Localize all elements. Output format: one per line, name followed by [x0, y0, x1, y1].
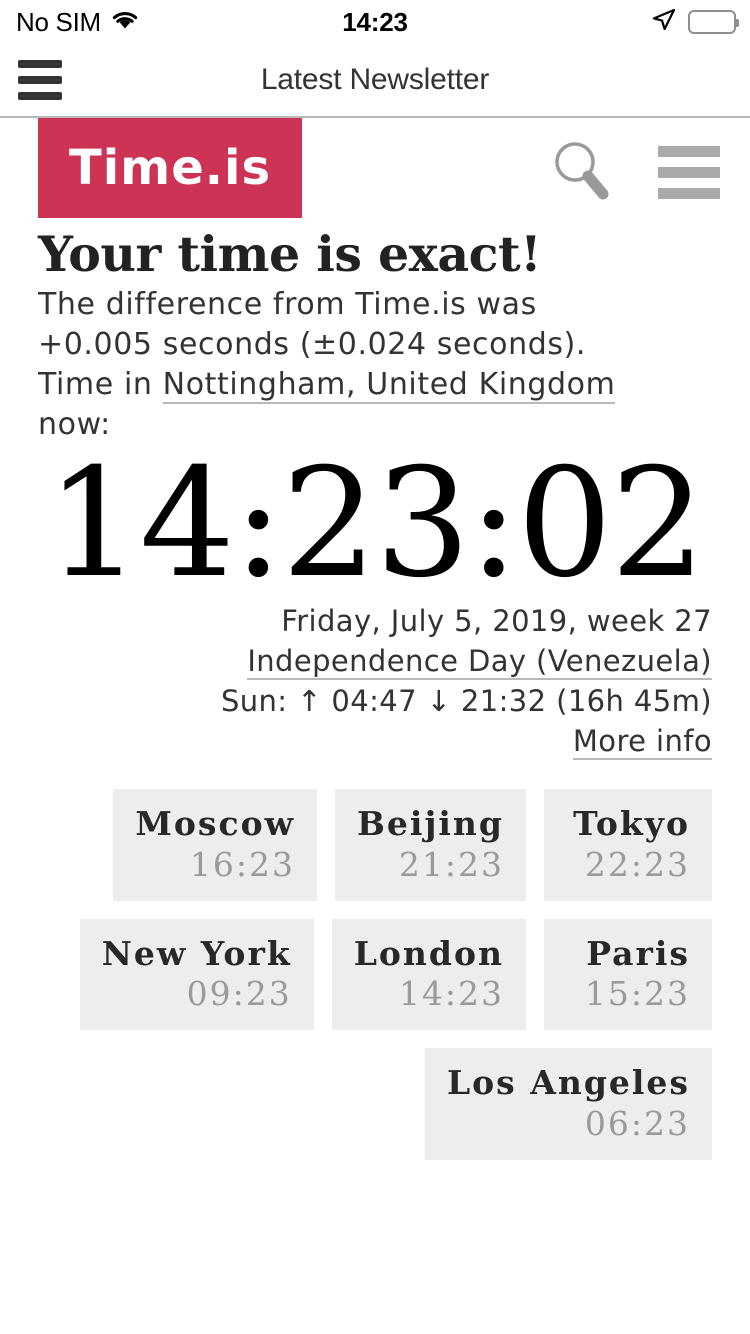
time-difference-text: The difference from Time.is was +0.005 s…: [38, 285, 712, 446]
city-name: Moscow: [135, 803, 296, 843]
city-time: 06:23: [584, 1104, 690, 1144]
city-time: 22:23: [584, 844, 690, 884]
time-metadata: Friday, July 5, 2019, week 27 Independen…: [38, 601, 712, 761]
difference-line-2: +0.005 seconds (±0.024 seconds).: [38, 327, 587, 363]
city-tile-beijing[interactable]: Beijing 21:23: [335, 788, 526, 901]
city-row: Moscow 16:23 Beijing 21:23 Tokyo 22:23: [38, 788, 712, 901]
hamburger-menu-icon[interactable]: [18, 60, 62, 100]
battery-full-icon: [688, 10, 739, 34]
location-link[interactable]: Nottingham, United Kingdom: [162, 367, 616, 405]
location-arrow-icon: [651, 7, 677, 37]
app-nav-bar: Latest Newsletter: [0, 44, 750, 118]
hamburger-bar: [18, 60, 62, 68]
city-tile-tokyo[interactable]: Tokyo 22:23: [544, 788, 712, 901]
city-name: Beijing: [357, 803, 504, 843]
site-menu-icon[interactable]: [658, 145, 720, 199]
hamburger-bar: [658, 145, 720, 157]
city-name: Paris: [586, 933, 690, 973]
webview-content: Time.is Your time is exact! The differen…: [0, 118, 750, 1199]
city-time: 09:23: [186, 974, 292, 1014]
city-row: New York 09:23 London 14:23 Paris 15:23: [38, 918, 712, 1031]
hamburger-bar: [658, 166, 720, 178]
city-name: London: [353, 933, 504, 973]
carrier-label: No SIM: [16, 7, 101, 37]
sun-times: Sun: ↑ 04:47 ↓ 21:32 (16h 45m): [220, 683, 712, 718]
hamburger-bar: [18, 76, 62, 84]
city-time: 15:23: [584, 974, 690, 1014]
wifi-icon: [110, 9, 140, 35]
city-tile-new-york[interactable]: New York 09:23: [79, 918, 314, 1031]
world-clock-grid: Moscow 16:23 Beijing 21:23 Tokyo 22:23 N…: [0, 788, 750, 1161]
current-time-clock: 14:23:02: [46, 436, 706, 611]
time-in-prefix: Time in: [38, 367, 153, 403]
city-tile-moscow[interactable]: Moscow 16:23: [113, 788, 318, 901]
city-time: 14:23: [398, 974, 504, 1014]
city-time: 21:23: [398, 844, 504, 884]
site-header: Time.is: [0, 118, 750, 228]
timeis-logo[interactable]: Time.is: [38, 118, 302, 218]
headline: Your time is exact!: [38, 225, 542, 283]
city-name: New York: [101, 933, 292, 973]
ios-status-bar: No SIM 14:23: [0, 0, 750, 44]
hamburger-bar: [658, 187, 720, 199]
city-row: Los Angeles 06:23: [38, 1048, 712, 1161]
main-content: Your time is exact! The difference from …: [0, 228, 750, 761]
page-title: Latest Newsletter: [260, 63, 490, 96]
status-bar-left: No SIM: [16, 9, 140, 35]
city-tile-london[interactable]: London 14:23: [331, 918, 526, 1031]
city-tile-los-angeles[interactable]: Los Angeles 06:23: [424, 1048, 712, 1161]
more-info-row: More info: [38, 721, 712, 761]
logo-label: Time.is: [68, 140, 272, 196]
status-bar-right: [651, 7, 739, 37]
difference-line-1: The difference from Time.is was: [38, 286, 537, 322]
search-icon[interactable]: [550, 138, 612, 206]
holiday-row: Independence Day (Venezuela): [38, 641, 712, 681]
site-header-tools: [550, 138, 720, 206]
more-info-link[interactable]: More info: [572, 723, 712, 760]
city-name: Tokyo: [573, 803, 690, 843]
city-time: 16:23: [189, 844, 296, 884]
city-tile-paris[interactable]: Paris 15:23: [544, 918, 712, 1031]
hamburger-bar: [18, 92, 62, 100]
city-name: Los Angeles: [446, 1063, 690, 1103]
holiday-link[interactable]: Independence Day (Venezuela): [247, 643, 712, 680]
